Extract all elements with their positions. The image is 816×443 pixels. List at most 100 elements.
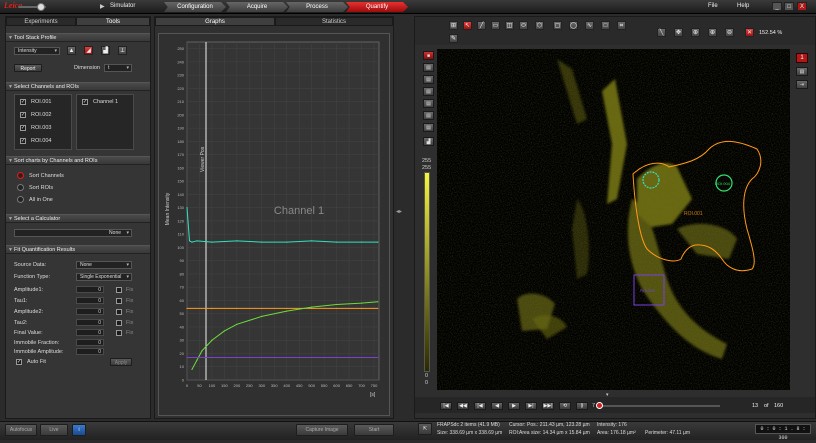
function-type-dropdown[interactable]: Single Exponential ▾ — [76, 273, 132, 281]
section-tool-stack[interactable]: ▼ Tool Stack Profile — [6, 33, 150, 42]
select-tool-icon[interactable]: ⊞ — [449, 21, 458, 30]
loop-button[interactable]: ⟲ — [559, 402, 571, 410]
ellipse-select-icon[interactable]: ⬭ — [519, 21, 528, 30]
section-calculator[interactable]: ▼ Select a Calculator — [6, 214, 150, 223]
intensity-scale-bar[interactable] — [424, 172, 430, 372]
status-toggle-button[interactable]: ⇱ — [418, 423, 432, 435]
tab-experiments[interactable]: Experiments — [6, 17, 76, 26]
info-button[interactable]: i — [72, 424, 86, 436]
section-sort[interactable]: ▼ Sort charts by Channels and ROIs — [6, 156, 150, 165]
pointer-tool-icon[interactable]: ↖ — [463, 21, 472, 30]
export-button[interactable]: ⇥ — [796, 80, 808, 89]
all-in-one-radio[interactable] — [17, 196, 24, 203]
step-quantify[interactable]: Quantify — [346, 2, 408, 12]
section-channels[interactable]: ▼ Select Channels and ROIs — [6, 82, 150, 91]
histogram-icon[interactable]: ▟ — [101, 46, 110, 55]
close-button[interactable]: X — [797, 2, 807, 11]
microscopy-image[interactable]: ROI.001 ROI.004 ROI.002 — [437, 49, 790, 390]
freehand-tool-icon[interactable]: ∿ — [585, 21, 594, 30]
param-input[interactable]: 0 — [76, 286, 104, 293]
calculator-dropdown[interactable]: None ▾ — [14, 229, 132, 237]
step-back-button[interactable]: |◀ — [474, 402, 486, 410]
dimension-dropdown[interactable]: t ▾ — [104, 64, 132, 72]
menu-help[interactable]: Help — [737, 3, 749, 9]
fit-tool-icon[interactable]: ⊕ — [691, 28, 700, 37]
rect-select-icon[interactable]: ▭ — [491, 21, 500, 30]
speed-button[interactable]: ⟫ — [576, 402, 588, 410]
annotation-tool-icon[interactable]: ✎ — [449, 34, 458, 43]
lut-tool-4[interactable]: ▤ — [423, 99, 434, 108]
move-tool-icon[interactable]: ✥ — [674, 28, 683, 37]
polygon-tool-icon[interactable]: ⬡ — [535, 21, 544, 30]
lut-tool-3[interactable]: ▤ — [423, 87, 434, 96]
sort-rois-radio[interactable] — [17, 184, 24, 191]
roi-checkbox[interactable]: ✓ — [20, 125, 26, 131]
param-input[interactable]: 0 — [76, 319, 104, 326]
measure-icon[interactable]: ⟂ — [118, 46, 127, 55]
fix-checkbox[interactable] — [116, 309, 122, 315]
report-button[interactable]: Report — [14, 64, 42, 72]
mode-dropdown[interactable]: Intensity ▾ — [14, 47, 60, 55]
crop-tool-icon[interactable]: ⌗ — [617, 21, 626, 30]
step-process[interactable]: Process — [286, 2, 348, 12]
live-button[interactable]: Live — [40, 424, 68, 436]
step-forward-button[interactable]: ▶| — [525, 402, 537, 410]
param-input[interactable]: 0 — [76, 348, 104, 355]
reverse-play-button[interactable]: ◀ — [491, 402, 503, 410]
param-input[interactable]: 0 — [76, 308, 104, 315]
lut-tool-2[interactable]: ▤ — [423, 75, 434, 84]
menu-file[interactable]: File — [708, 3, 718, 9]
first-frame-button[interactable]: |◀ — [440, 402, 452, 410]
start-button[interactable]: Start — [354, 424, 394, 436]
param-input[interactable]: 0 — [76, 339, 104, 346]
tab-statistics[interactable]: Statistics — [275, 17, 393, 26]
panel-splitter-icon[interactable]: ◂▸ — [396, 208, 402, 218]
channel-red-tool[interactable]: ■ — [423, 51, 434, 60]
fix-checkbox[interactable] — [116, 320, 122, 326]
rectangle-tool-icon[interactable]: ▢ — [553, 21, 562, 30]
param-input[interactable]: 0 — [76, 329, 104, 336]
reset-zoom-icon[interactable]: ✕ — [745, 28, 754, 37]
tab-tools[interactable]: Tools — [76, 17, 150, 26]
maximize-button[interactable]: □ — [784, 2, 794, 11]
minimize-button[interactable]: _ — [772, 2, 782, 11]
view-mode-button[interactable]: ▤ — [796, 67, 808, 76]
step-acquire[interactable]: Acquire — [226, 2, 288, 12]
roi-tool-icon[interactable]: ◢ — [84, 46, 93, 55]
capture-image-button[interactable]: Capture Image — [296, 424, 348, 436]
multi-select-icon[interactable]: ◫ — [505, 21, 514, 30]
param-input[interactable]: 0 — [76, 297, 104, 304]
brightness-slider-knob[interactable] — [37, 3, 45, 11]
fix-checkbox[interactable] — [116, 287, 122, 293]
lut-tool-6[interactable]: ▤ — [423, 123, 434, 132]
roi-checkbox[interactable]: ✓ — [20, 112, 26, 118]
draw-tool-icon[interactable]: ╱ — [477, 21, 486, 30]
tab-graphs[interactable]: Graphs — [155, 17, 275, 26]
apply-button[interactable]: Apply — [110, 358, 132, 366]
lut-tool-1[interactable]: ▤ — [423, 63, 434, 72]
lut-tool-5[interactable]: ▤ — [423, 111, 434, 120]
source-data-dropdown[interactable]: None ▾ — [76, 261, 132, 269]
roi-checkbox[interactable]: ✓ — [20, 99, 26, 105]
roi-checkbox[interactable]: ✓ — [20, 138, 26, 144]
section-fit[interactable]: ▼ Fit Quantification Results — [6, 245, 150, 254]
series-number-badge[interactable]: 1 — [796, 53, 808, 63]
step-configuration[interactable]: Configuration — [164, 2, 226, 12]
channel-checkbox[interactable]: ✓ — [82, 99, 88, 105]
sort-channels-radio[interactable] — [17, 172, 24, 179]
autofit-checkbox[interactable]: ✓ — [16, 359, 22, 365]
stack-profile-icon[interactable]: ▲ — [67, 46, 76, 55]
zoom-out-icon[interactable]: ⊖ — [725, 28, 734, 37]
frame-slider-knob[interactable] — [596, 402, 603, 409]
autofocus-button[interactable]: Autofocus — [5, 424, 37, 436]
square-tool-icon[interactable]: □ — [601, 21, 610, 30]
fix-checkbox[interactable] — [116, 298, 122, 304]
histogram-tool[interactable]: ▟ — [423, 137, 434, 146]
fix-checkbox[interactable] — [116, 330, 122, 336]
line-tool-icon[interactable]: ╲ — [657, 28, 666, 37]
frame-slider-track[interactable] — [600, 405, 720, 407]
fast-rewind-button[interactable]: ◀◀ — [457, 402, 469, 410]
play-button[interactable]: ▶ — [508, 402, 520, 410]
last-frame-button[interactable]: ▶▶| — [542, 402, 554, 410]
zoom-in-icon[interactable]: ⊕ — [708, 28, 717, 37]
